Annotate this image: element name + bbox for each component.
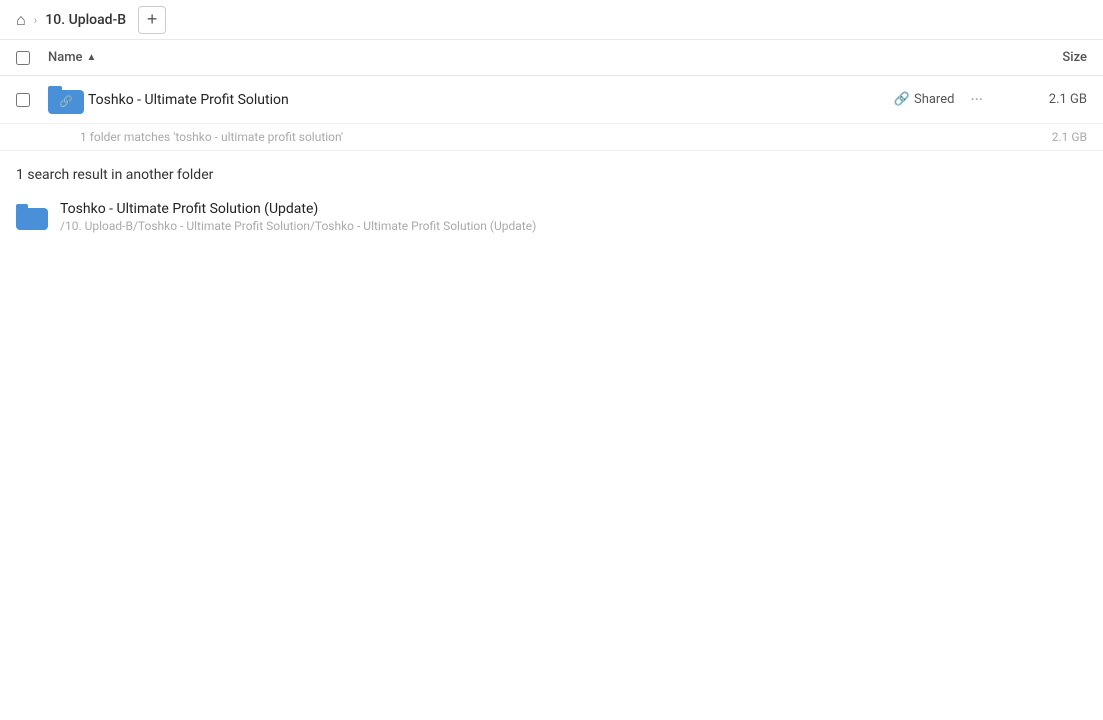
other-result-row[interactable]: Toshko - Ultimate Profit Solution (Updat… xyxy=(0,191,1103,243)
home-icon[interactable]: ⌂ xyxy=(16,10,26,30)
main-result-filename: Toshko - Ultimate Profit Solution xyxy=(88,92,894,108)
size-column-header[interactable]: Size xyxy=(987,50,1087,65)
breadcrumb-separator: › xyxy=(34,13,38,27)
header-checkbox-col xyxy=(16,51,48,65)
more-options-icon[interactable]: ··· xyxy=(966,86,987,113)
other-result-name-section: Toshko - Ultimate Profit Solution (Updat… xyxy=(60,201,1087,233)
row-actions: 🔗 Shared ··· xyxy=(894,86,987,113)
match-size: 2.1 GB xyxy=(987,130,1087,144)
row-checkbox-col xyxy=(16,93,48,107)
folder-body-plain xyxy=(16,208,48,230)
main-result-row[interactable]: 🔗 Toshko - Ultimate Profit Solution 🔗 Sh… xyxy=(0,76,1103,124)
add-button[interactable]: + xyxy=(138,6,166,34)
column-header: Name ▲ Size xyxy=(0,40,1103,76)
folder-body: 🔗 xyxy=(48,90,84,114)
sort-arrow-icon: ▲ xyxy=(87,52,97,63)
main-result-size: 2.1 GB xyxy=(987,92,1087,107)
match-info-row: 1 folder matches 'toshko - ultimate prof… xyxy=(0,124,1103,151)
link-icon: 🔗 xyxy=(894,92,910,107)
shared-text: Shared xyxy=(914,92,954,107)
other-result-path: /10. Upload-B/Toshko - Ultimate Profit S… xyxy=(60,219,1087,233)
top-bar: ⌂ › 10. Upload-B + xyxy=(0,0,1103,40)
row-checkbox[interactable] xyxy=(16,93,30,107)
select-all-checkbox[interactable] xyxy=(16,51,30,65)
other-results-section-header: 1 search result in another folder xyxy=(0,151,1103,191)
shared-label: 🔗 Shared xyxy=(894,92,955,107)
main-result-name-section: Toshko - Ultimate Profit Solution xyxy=(88,92,894,108)
name-column-header[interactable]: Name ▲ xyxy=(48,50,987,65)
breadcrumb-current[interactable]: 10. Upload-B xyxy=(45,12,126,28)
shared-folder-icon: 🔗 xyxy=(48,86,80,114)
name-column-label: Name xyxy=(48,50,83,65)
other-result-name: Toshko - Ultimate Profit Solution (Updat… xyxy=(60,201,1087,217)
file-icon-col: 🔗 xyxy=(48,86,80,114)
match-text: 1 folder matches 'toshko - ultimate prof… xyxy=(80,130,343,144)
folder-icon-plain xyxy=(16,204,48,230)
